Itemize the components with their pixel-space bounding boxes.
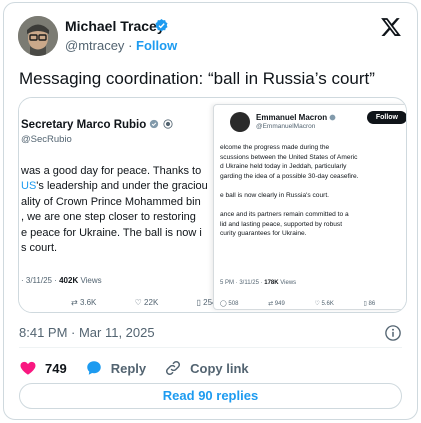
handle-row: @mtracey · Follow: [65, 38, 177, 53]
tweet-card: Michael Tracey @mtracey · Follow Messagi…: [3, 2, 418, 420]
engagement-bar: 749 Reply Copy link: [19, 358, 267, 378]
rubio-post-meta: · 3/11/25 · 402K Views: [21, 276, 102, 285]
copy-link-button[interactable]: Copy link: [164, 359, 249, 377]
reply-bubble-icon: [86, 361, 101, 375]
tweet-text: Messaging coordination: “ball in Russia’…: [19, 69, 375, 88]
author-avatar[interactable]: [18, 16, 58, 56]
copy-link-label: Copy link: [190, 360, 249, 376]
retweet-icon: ⇄ 949: [268, 301, 285, 307]
like-count: 749: [45, 360, 67, 376]
follow-button[interactable]: Follow: [136, 38, 177, 53]
bookmark-icon: ▯ 86: [363, 301, 376, 307]
rubio-name: Secretary Marco Rubio: [21, 119, 173, 131]
like-button[interactable]: 749: [19, 359, 67, 377]
reply-label: Reply: [110, 360, 147, 376]
retweet-icon: ⇄ 3.6K: [71, 298, 97, 307]
macron-follow-button: Follow: [366, 111, 406, 124]
rubio-post-actions: ⇄ 3.6K ♡ 22K ▯ 254: [71, 298, 229, 307]
separator: ·: [128, 38, 133, 53]
macron-screenshot: Emmanuel Macron @EmmanuelMacron Follow e…: [213, 104, 406, 310]
info-icon[interactable]: [384, 324, 402, 347]
reply-button[interactable]: Reply: [85, 359, 146, 377]
link-icon: [166, 360, 181, 376]
author-name[interactable]: Michael Tracey: [65, 18, 165, 34]
macron-avatar: [230, 112, 250, 132]
heart-icon: ♡ 22K: [134, 298, 159, 307]
macron-post-text: elcome the progress made during the scus…: [220, 144, 359, 238]
macron-name: Emmanuel Macron: [256, 113, 336, 122]
macron-handle: @EmmanuelMacron: [256, 123, 316, 130]
heart-icon: ♡ 5.6K: [314, 301, 334, 307]
divider: [19, 347, 402, 348]
avatar-image-icon: [18, 16, 58, 56]
reply-icon: ◯ 508: [220, 301, 239, 307]
rubio-handle: @SecRubio: [21, 134, 72, 145]
tweet-media[interactable]: Secretary Marco Rubio @SecRubio was a go…: [18, 97, 407, 313]
tweet-timestamp[interactable]: 8:41 PM · Mar 11, 2025: [19, 325, 155, 340]
verified-badge-icon: [150, 119, 159, 129]
read-replies-button[interactable]: Read 90 replies: [19, 383, 402, 409]
macron-post-actions: ◯ 508 ⇄ 949 ♡ 5.6K ▯ 86: [220, 300, 403, 307]
x-logo-icon[interactable]: [380, 16, 402, 43]
rubio-post-text: was a good day for peace. Thanks to US's…: [21, 165, 208, 255]
verified-badge-icon: [329, 114, 336, 121]
verified-badge-icon: [154, 18, 169, 38]
gov-seal-icon: [163, 119, 173, 129]
macron-post-meta: 5 PM · 3/11/25 · 178K Views: [220, 280, 297, 286]
rubio-screenshot: Secretary Marco Rubio @SecRubio was a go…: [19, 98, 229, 312]
heart-icon: [20, 361, 36, 375]
author-handle[interactable]: @mtracey: [65, 38, 124, 53]
